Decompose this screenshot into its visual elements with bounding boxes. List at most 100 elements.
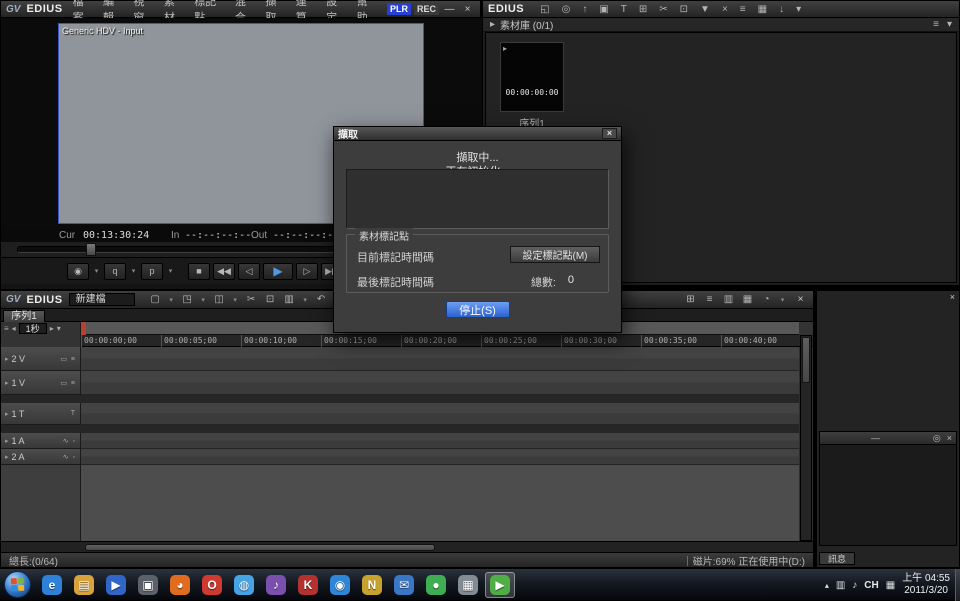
play-button[interactable]: ▶ xyxy=(263,263,293,280)
language-indicator[interactable]: CH xyxy=(864,580,878,591)
step-back-button[interactable]: ◁ xyxy=(238,263,260,280)
cut-icon[interactable]: ✂ xyxy=(659,4,667,15)
timeline-list-icon[interactable]: ≡ xyxy=(703,294,716,305)
mark-out-button[interactable]: p xyxy=(141,263,163,280)
bin-menu-caret-icon[interactable]: ▾ xyxy=(796,4,801,15)
recorder-mode-badge[interactable]: REC xyxy=(414,3,439,15)
minimize-button[interactable]: — xyxy=(442,4,457,15)
taskbar-app-button[interactable]: e xyxy=(37,572,67,598)
step-forward-button[interactable]: ▷ xyxy=(296,263,318,280)
copy-icon[interactable]: ⊡ xyxy=(680,4,688,15)
new-sequence-icon[interactable]: ▣ xyxy=(599,4,608,15)
taskbar-app-button[interactable]: ✉ xyxy=(389,572,419,598)
paste-icon[interactable]: ▥ xyxy=(283,294,296,305)
timescale-caret-icon[interactable]: ▾ xyxy=(57,324,61,333)
title-tool-icon[interactable]: T xyxy=(621,4,627,15)
stop-button[interactable]: ■ xyxy=(188,263,210,280)
track-expand-icon[interactable]: ▸ xyxy=(5,379,9,387)
timeline-empty-area[interactable] xyxy=(1,465,799,541)
set-marker-button[interactable]: 設定標記點(M) xyxy=(510,246,600,263)
copy-icon[interactable]: ⊡ xyxy=(264,294,277,305)
rewind-button[interactable]: ◀◀ xyxy=(213,263,235,280)
up-folder-icon[interactable]: ↑ xyxy=(582,4,587,15)
playhead-marker[interactable] xyxy=(81,322,86,335)
track-header[interactable]: ▸ 1 V ▭ ≡ xyxy=(1,371,81,395)
dialog-close-button[interactable]: × xyxy=(602,128,617,139)
track-header[interactable]: ▸ 1 T T xyxy=(1,403,81,425)
project-name-field[interactable]: 新建檔 xyxy=(69,293,135,306)
folder-window-icon[interactable]: ◱ xyxy=(540,4,549,15)
properties-icon[interactable]: ≡ xyxy=(740,4,746,15)
stop-capture-button[interactable]: 停止(S) xyxy=(446,301,510,318)
track-toggle-icons[interactable]: T xyxy=(71,410,76,417)
slider-handle[interactable] xyxy=(86,243,96,256)
sequence-tab[interactable]: 序列1 xyxy=(3,310,45,322)
taskbar-app-button[interactable]: ▶ xyxy=(485,572,515,598)
track-content[interactable] xyxy=(81,449,799,465)
mark-in-button[interactable]: q xyxy=(104,263,126,280)
taskbar-app-button[interactable]: O xyxy=(197,572,227,598)
track-expand-icon[interactable]: ▸ xyxy=(5,355,9,363)
ime-icon[interactable]: ▦ xyxy=(886,580,895,591)
close-button[interactable]: × xyxy=(460,4,475,15)
track-toggle-icons[interactable]: ∿ ◦ xyxy=(63,453,76,461)
track-toggle-icons[interactable]: ∿ ◦ xyxy=(63,437,76,445)
show-desktop-button[interactable] xyxy=(955,569,960,601)
vertical-scrollbar[interactable] xyxy=(800,335,812,541)
position-slider[interactable] xyxy=(17,246,343,253)
mark-in-caret[interactable]: ▾ xyxy=(129,263,138,280)
start-button[interactable] xyxy=(4,571,31,598)
save-caret-icon[interactable]: ▾ xyxy=(232,296,239,304)
track-content[interactable] xyxy=(81,433,799,449)
timescale-right-arrow-icon[interactable]: ▸ xyxy=(50,324,54,333)
horizontal-scrollbar[interactable] xyxy=(1,541,813,552)
tray-status-icon[interactable]: ▥ xyxy=(836,580,845,591)
sort-icon[interactable]: ↓ xyxy=(779,4,784,15)
search-icon[interactable]: ◎ xyxy=(562,4,571,15)
view-menu-caret-icon[interactable]: ▾ xyxy=(947,19,952,30)
paste-caret-icon[interactable]: ▾ xyxy=(302,296,309,304)
list-view-icon[interactable]: ≡ xyxy=(933,19,939,30)
tray-expand-icon[interactable]: ▴ xyxy=(825,581,829,590)
track-header[interactable]: ▸ 1 A ∿ ◦ xyxy=(1,433,81,449)
mark-out-caret[interactable]: ▾ xyxy=(166,263,175,280)
taskbar-app-button[interactable]: N xyxy=(357,572,387,598)
taskbar-app-button[interactable]: ♪ xyxy=(261,572,291,598)
snap-icon[interactable]: ⊞ xyxy=(684,294,697,305)
mixer-icon[interactable]: ▥ xyxy=(722,294,735,305)
track-expand-icon[interactable]: ▸ xyxy=(5,437,9,445)
track-header[interactable]: ▸ 2 V ▭ ≡ xyxy=(1,347,81,371)
subwindow-minimize-button[interactable]: — xyxy=(871,433,880,443)
delete-icon[interactable]: × xyxy=(722,4,728,15)
new-icon[interactable]: ▢ xyxy=(149,294,162,305)
clip-thumbnail[interactable]: ▸ 00:00:00:00 xyxy=(500,42,564,112)
player-mode-badge[interactable]: PLR xyxy=(387,3,411,15)
track-expand-icon[interactable]: ▸ xyxy=(5,410,9,418)
capture-button[interactable]: ◉ xyxy=(67,263,89,280)
track-toggle-icons[interactable]: ▭ ≡ xyxy=(60,355,76,363)
timescale-left-arrow-icon[interactable]: ◂ xyxy=(12,324,16,333)
taskbar-app-button[interactable]: ◕ xyxy=(165,572,195,598)
thumbnail-view-icon[interactable]: ▦ xyxy=(758,4,767,15)
capture-menu-caret[interactable]: ▾ xyxy=(92,263,101,280)
track-toggle-icons[interactable]: ▭ ≡ xyxy=(60,379,76,387)
timeline-ruler[interactable]: 00:00:00;0000:00:05;0000:00:10;0000:00:1… xyxy=(1,335,813,347)
undo-icon[interactable]: ↶ xyxy=(315,294,328,305)
taskbar-app-button[interactable]: ● xyxy=(421,572,451,598)
tab-messages[interactable]: 訊息 xyxy=(819,552,855,565)
track-content[interactable] xyxy=(81,403,799,425)
timeline-close-button[interactable]: × xyxy=(793,294,808,305)
tray-volume-icon[interactable]: ♪ xyxy=(852,580,857,591)
cut-icon[interactable]: ✂ xyxy=(245,294,258,305)
palette-close-button[interactable]: × xyxy=(950,292,955,302)
paste-icon[interactable]: ▼ xyxy=(700,4,710,15)
clock[interactable]: 上午 04:55 2011/3/20 xyxy=(902,573,950,597)
track-header[interactable]: ▸ 2 A ∿ ◦ xyxy=(1,449,81,465)
taskbar-app-button[interactable]: K xyxy=(293,572,323,598)
settings-icon[interactable]: ◔ xyxy=(760,294,773,305)
save-icon[interactable]: ◫ xyxy=(213,294,226,305)
taskbar-app-button[interactable]: ▤ xyxy=(69,572,99,598)
taskbar-app-button[interactable]: ◍ xyxy=(229,572,259,598)
taskbar-app-button[interactable]: ▦ xyxy=(453,572,483,598)
toolbar-caret-icon[interactable]: ▾ xyxy=(779,296,786,304)
